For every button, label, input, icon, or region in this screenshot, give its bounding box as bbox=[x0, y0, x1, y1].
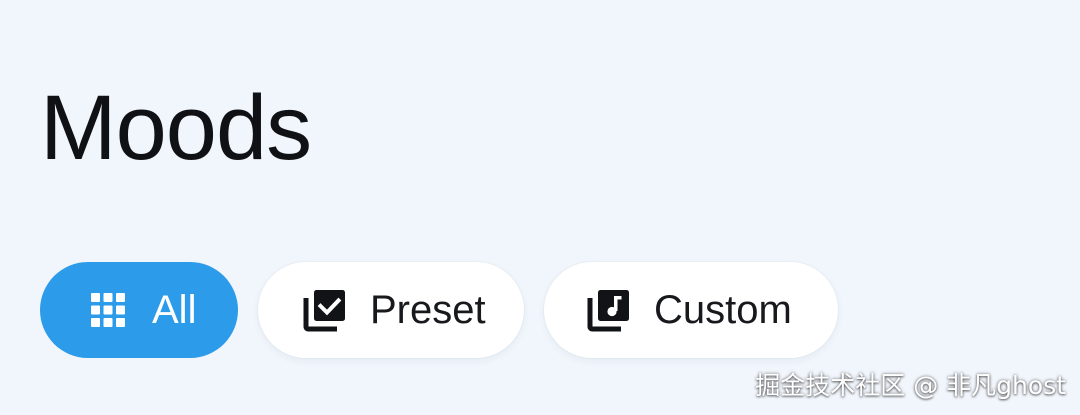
filter-chip-all-label: All bbox=[152, 288, 197, 332]
music-library-icon bbox=[586, 287, 632, 333]
page-title: Moods bbox=[40, 77, 312, 179]
filter-chip-custom[interactable]: Custom bbox=[544, 262, 838, 358]
filter-chip-custom-label: Custom bbox=[654, 288, 792, 332]
filter-chip-preset[interactable]: Preset bbox=[258, 262, 524, 358]
filter-chip-row: All Preset Custom bbox=[40, 262, 838, 358]
filter-chip-preset-label: Preset bbox=[370, 288, 486, 332]
preset-library-icon bbox=[302, 287, 348, 333]
grid-icon bbox=[88, 290, 128, 330]
watermark: 掘金技术社区 @ 非凡ghost bbox=[755, 371, 1066, 400]
filter-chip-all[interactable]: All bbox=[40, 262, 238, 358]
